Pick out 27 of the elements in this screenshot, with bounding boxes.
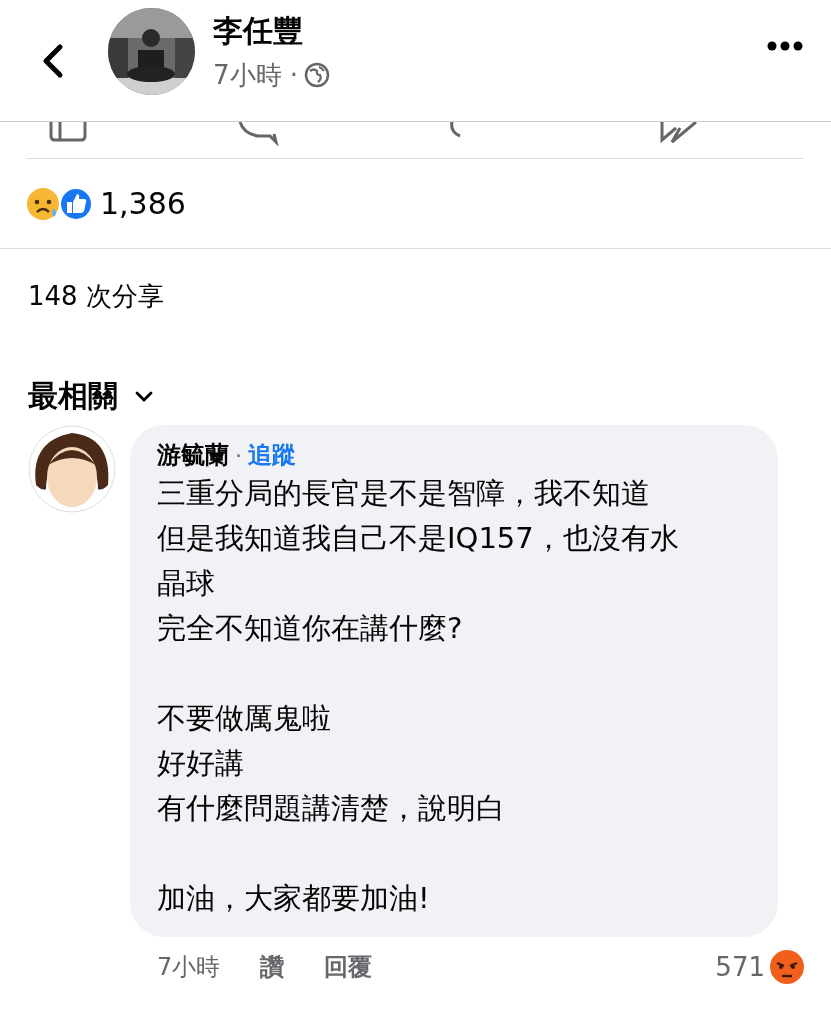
chevron-down-icon[interactable] <box>134 390 154 402</box>
comment-text: 晶球 <box>157 565 216 602</box>
share-count[interactable]: 148 次分享 <box>0 249 831 341</box>
comment-text: 有什麼問題講清楚，說明白 <box>157 790 506 827</box>
author-name[interactable]: 李任豐 <box>213 10 767 52</box>
comment-text: 完全不知道你在講什麼? <box>157 610 464 647</box>
separator-dot: · <box>235 443 242 468</box>
comment-text: 好好講 <box>157 745 245 782</box>
more-icon[interactable] <box>767 40 803 51</box>
comment-time: 7小時 <box>157 952 221 983</box>
angry-face-icon <box>769 949 805 985</box>
commenter-name[interactable]: 游毓蘭 <box>157 439 229 471</box>
post-time: 7小時 · <box>213 58 299 92</box>
like-link[interactable]: 讚 <box>260 951 285 983</box>
comment-icon[interactable] <box>236 122 280 146</box>
comment-text: 加油，大家都要加油! <box>157 880 431 917</box>
like-icon[interactable] <box>48 122 90 142</box>
globe-icon <box>304 62 331 88</box>
comment-text: 三重分局的長官是不是智障，我不知道 <box>157 475 651 512</box>
comment-text: 不要做厲鬼啦 <box>157 700 332 737</box>
reaction-count[interactable]: 571 <box>715 952 765 982</box>
follow-link[interactable]: 追蹤 <box>248 439 296 471</box>
comment-text: 但是我知道我自己不是IQ157，也沒有水 <box>157 520 680 557</box>
sort-label[interactable]: 最相關 <box>28 375 118 417</box>
reaction-count[interactable]: 1,386 <box>100 186 186 221</box>
reply-link[interactable]: 回覆 <box>324 951 373 983</box>
sad-face-icon <box>26 185 62 222</box>
